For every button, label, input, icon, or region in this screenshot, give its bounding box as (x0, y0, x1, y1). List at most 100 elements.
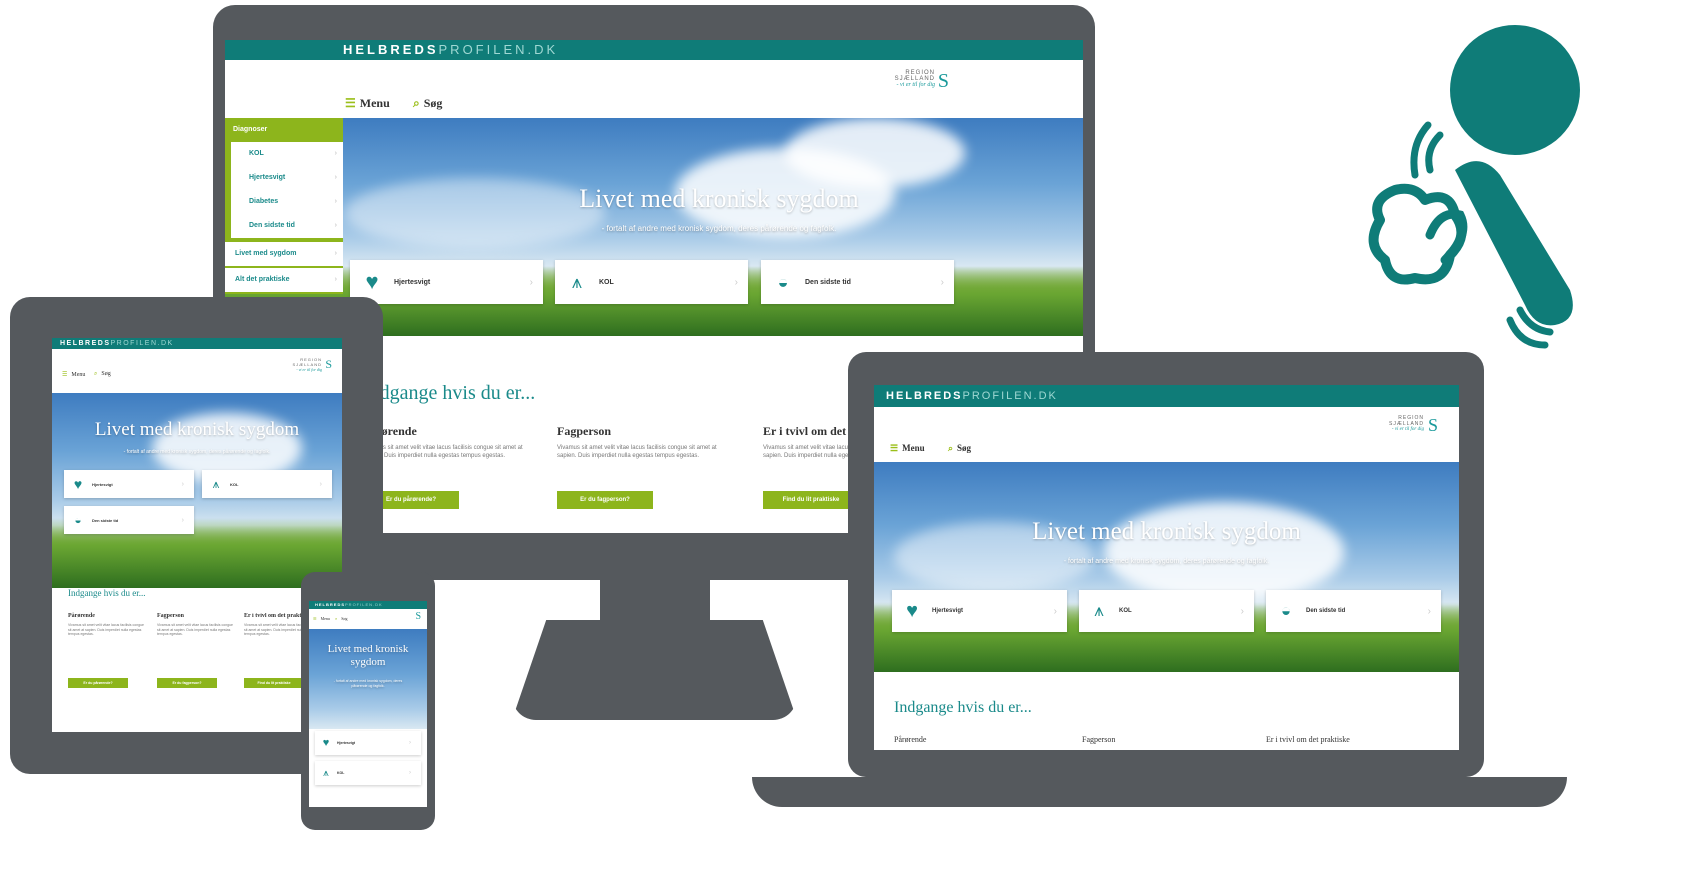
logo-line-3: - vi er til for dig (296, 367, 322, 372)
card-label: Hjertesvigt (932, 608, 964, 614)
card-den-sidste-tid[interactable]: ◒ Den sidste tid › (64, 506, 194, 534)
chevron-right-icon: › (334, 276, 337, 283)
region-logo[interactable]: REGION SJÆLLAND - vi er til for dig S (272, 357, 332, 372)
card-kol[interactable]: ⩚ KOL › (555, 260, 748, 304)
entrance-title: Fagperson (557, 424, 611, 438)
brand-name[interactable]: HELBREDS (886, 390, 963, 402)
entrance-button[interactable]: Find du lit praktiske (763, 491, 859, 509)
chevron-right-icon: › (940, 276, 944, 288)
sidebar-item-hjertesvigt[interactable]: Hjertesvigt › (231, 166, 343, 190)
logo-swirl-icon: S (415, 611, 421, 622)
card-kol[interactable]: ⩚ KOL › (1079, 590, 1254, 632)
entrance-button[interactable]: Find du lit praktiske (244, 678, 304, 688)
site-header-bar: HELBREDSPROFILEN.DK (52, 338, 342, 349)
card-hjertesvigt[interactable]: ♥ Hjertesvigt › (350, 260, 543, 304)
card-kol[interactable]: ⩚ KOL › (202, 470, 332, 498)
entrance-button[interactable]: Er du fagperson? (157, 678, 217, 688)
hero-title: Livet med kronisk sygdom (579, 184, 859, 213)
brand-name[interactable]: HELBREDS (343, 42, 439, 57)
card-label: KOL (230, 481, 239, 487)
entrance-text: Vivamus sit amet velit vitae lacus facil… (157, 623, 233, 637)
entrance-button[interactable]: Er du pårørende? (68, 678, 128, 688)
card-label: Den sidste tid (805, 278, 851, 286)
body-icon (1455, 161, 1573, 326)
site-header-bar: HELBREDSPROFILEN.DK (874, 385, 1459, 407)
menu-label: Menu (359, 96, 390, 110)
laptop-screen: HELBREDSPROFILEN.DK ☰ Menu ⌕ Søg REGION SJ… (874, 385, 1459, 750)
logo-swirl-icon: S (325, 357, 332, 371)
card-hjertesvigt[interactable]: ♥ Hjertesvigt › (892, 590, 1067, 632)
sidebar-item-alt-det-praktiske[interactable]: Alt det praktiske › (225, 268, 343, 292)
sidebar-item-label: Hjertesvigt (249, 174, 286, 181)
logo-swirl-icon: S (1427, 415, 1438, 435)
entrance-button[interactable]: Er du fagperson? (557, 491, 653, 509)
entrance-title: Fagperson (157, 613, 184, 619)
sidebar-item-kol[interactable]: KOL › (231, 142, 343, 166)
card-hjertesvigt[interactable]: ♥ Hjertesvigt › (315, 731, 421, 755)
hero-banner: Livet med kronisk sygdom - fortalt af an… (874, 462, 1459, 672)
sidebar-item-label: Livet med sygdom (235, 250, 297, 257)
sidebar-item-den-sidste-tid[interactable]: Den sidste tid › (231, 214, 343, 238)
brand-domain[interactable]: PROFILEN.DK (963, 390, 1058, 402)
sunset-icon: ◒ (74, 513, 82, 527)
site-header-bar: HELBREDSPROFILEN.DK (225, 40, 1083, 60)
menu-button[interactable]: ☰ Menu (313, 616, 330, 621)
menu-button[interactable]: ☰ Menu (890, 443, 925, 454)
menu-button[interactable]: ☰ Menu (62, 371, 85, 378)
brand-name[interactable]: HELBREDS (60, 340, 111, 347)
monitor-base (512, 620, 797, 720)
card-label: KOL (337, 771, 345, 775)
search-button[interactable]: ⌕ Søg (948, 443, 971, 454)
brand-domain[interactable]: PROFILEN.DK (439, 42, 559, 57)
search-icon: ⌕ (335, 616, 338, 621)
heart-icon: ♥ (322, 737, 330, 749)
card-label: Den sidste tid (92, 517, 119, 523)
region-logo[interactable]: REGION SJÆLLAND - vi er til for dig S (825, 70, 949, 92)
chevron-right-icon: › (1240, 605, 1244, 617)
card-label: KOL (599, 278, 614, 286)
card-label: Hjertesvigt (92, 481, 113, 487)
hero-subtitle-text: - fortalt af andre med kronisk sygdom, d… (333, 679, 403, 688)
search-button[interactable]: ⌕ Søg (413, 96, 442, 111)
chevron-right-icon: › (409, 770, 411, 776)
entrance-title: Pårørende (894, 735, 927, 744)
entrance-title: Pårørende (68, 613, 95, 619)
hamburger-icon: ☰ (62, 372, 68, 378)
card-den-sidste-tid[interactable]: ◒ Den sidste tid › (761, 260, 954, 304)
search-label: Søg (101, 371, 111, 377)
sidebar-item-label: Alt det praktiske (235, 276, 290, 283)
search-button[interactable]: ⌕ Søg (94, 371, 111, 378)
hero-title: Livet med kronisk sygdom (94, 419, 300, 440)
card-hjertesvigt[interactable]: ♥ Hjertesvigt › (64, 470, 194, 498)
hero-subtitle: - fortalt af andre med kronisk sygdom, d… (1063, 558, 1270, 565)
heart-icon: ♥ (906, 599, 918, 622)
hero-title-text: Livet med kronisk sygdom (327, 643, 409, 668)
hero-title: Livet med kronisk sygdom (1032, 518, 1301, 545)
sidebar-item-livet-med-sygdom[interactable]: Livet med sygdom › (225, 242, 343, 266)
menu-button[interactable]: ☰ Menu (345, 96, 390, 111)
search-label: Søg (423, 96, 443, 110)
site-nav: ☰ Menu ⌕ Søg REGION SJÆLLAND - vi er til f… (52, 349, 342, 393)
logo-swirl-icon: S (937, 70, 949, 92)
logo-line-3: - vi er til for dig (1391, 427, 1424, 432)
sidebar-item-diabetes[interactable]: Diabetes › (231, 190, 343, 214)
card-den-sidste-tid[interactable]: ◒ Den sidste tid › (1266, 590, 1441, 632)
search-icon: ⌕ (94, 371, 98, 377)
search-button[interactable]: ⌕ Søg (335, 616, 347, 621)
card-kol[interactable]: ⩚ KOL › (315, 761, 421, 785)
chevron-right-icon: › (181, 480, 184, 488)
brand-domain[interactable]: PROFILEN.DK (345, 602, 383, 607)
monitor-stand (600, 580, 710, 625)
search-label: Søg (341, 616, 348, 621)
region-logo[interactable]: REGION SJÆLLAND - vi er til for dig S (1344, 415, 1438, 435)
brand-name[interactable]: HELBREDS (315, 602, 345, 607)
chevron-right-icon: › (1427, 605, 1431, 617)
brand-domain[interactable]: PROFILEN.DK (111, 340, 174, 347)
sidebar-item-label: Den sidste tid (249, 222, 295, 229)
lungs-icon: ⩚ (571, 271, 583, 292)
sidebar-item-diagnoser[interactable]: Diagnoser (225, 118, 343, 142)
entrance-text: Vivamus sit amet velit vitae lacus facil… (363, 445, 523, 460)
chevron-right-icon: › (734, 276, 738, 288)
hero-banner: Livet med kronisk sygdom - fortalt af an… (309, 629, 427, 729)
chevron-right-icon: › (1053, 605, 1057, 617)
